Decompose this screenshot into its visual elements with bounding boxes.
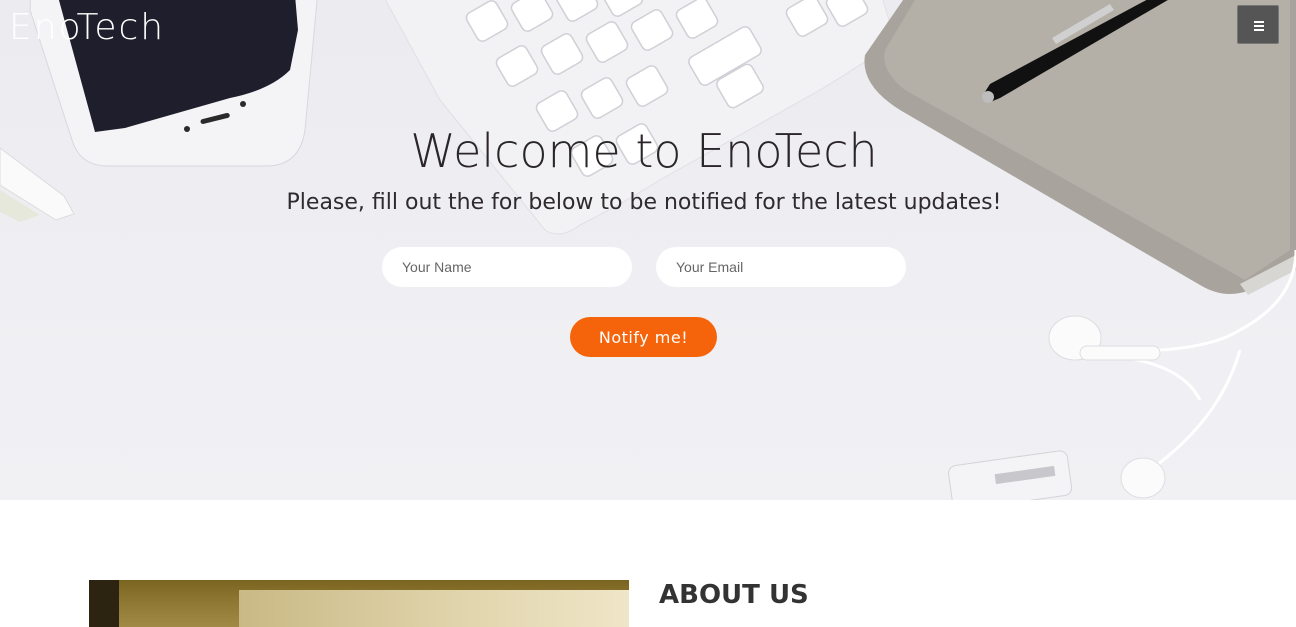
charger-illustration bbox=[948, 450, 1073, 500]
hamburger-menu-icon-bar-2 bbox=[1254, 25, 1264, 27]
hero-section: EnoTech Welcome to EnoTech Please, fill … bbox=[0, 0, 1296, 500]
email-input[interactable] bbox=[656, 247, 906, 287]
about-heading: ABOUT US bbox=[659, 580, 809, 610]
hamburger-menu-icon bbox=[1254, 21, 1264, 23]
brand-logo[interactable]: EnoTech bbox=[9, 6, 165, 50]
name-input[interactable] bbox=[382, 247, 632, 287]
about-image-shadow bbox=[89, 580, 119, 627]
notify-me-button[interactable]: Notify me! bbox=[570, 317, 717, 357]
hamburger-menu-icon-bar-3 bbox=[1254, 29, 1264, 31]
hero-background-image bbox=[0, 0, 1296, 500]
about-image bbox=[89, 580, 629, 627]
about-image-wall bbox=[239, 590, 629, 627]
hamburger-menu-button[interactable] bbox=[1237, 5, 1279, 44]
hero-subtitle: Please, fill out the for below to be not… bbox=[286, 190, 1002, 215]
hero-title: Welcome to EnoTech bbox=[410, 124, 878, 178]
